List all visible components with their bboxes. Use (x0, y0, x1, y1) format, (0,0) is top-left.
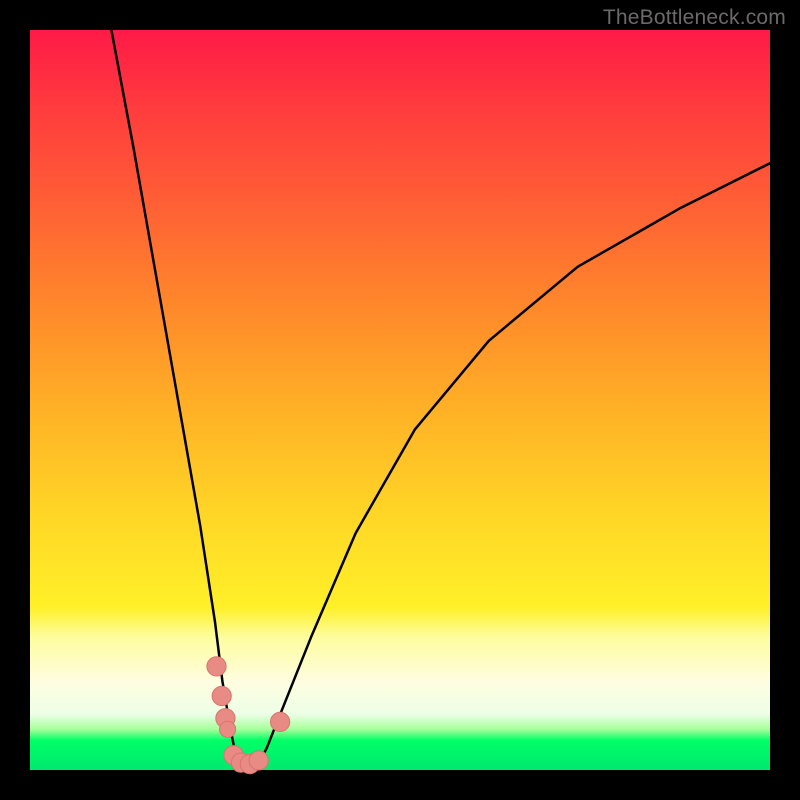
markers-layer (207, 657, 290, 774)
plot-area (30, 30, 770, 770)
vertex-4 (249, 751, 268, 770)
right-dot (271, 712, 290, 731)
curve-layer (111, 30, 770, 766)
watermark-text: TheBottleneck.com (603, 6, 786, 30)
left-cluster-2 (212, 686, 231, 705)
bottleneck-curve (111, 30, 770, 766)
left-cluster-1 (207, 657, 226, 676)
curve-svg (30, 30, 770, 770)
frame: TheBottleneck.com (0, 0, 800, 800)
left-cluster-4 (220, 721, 236, 737)
